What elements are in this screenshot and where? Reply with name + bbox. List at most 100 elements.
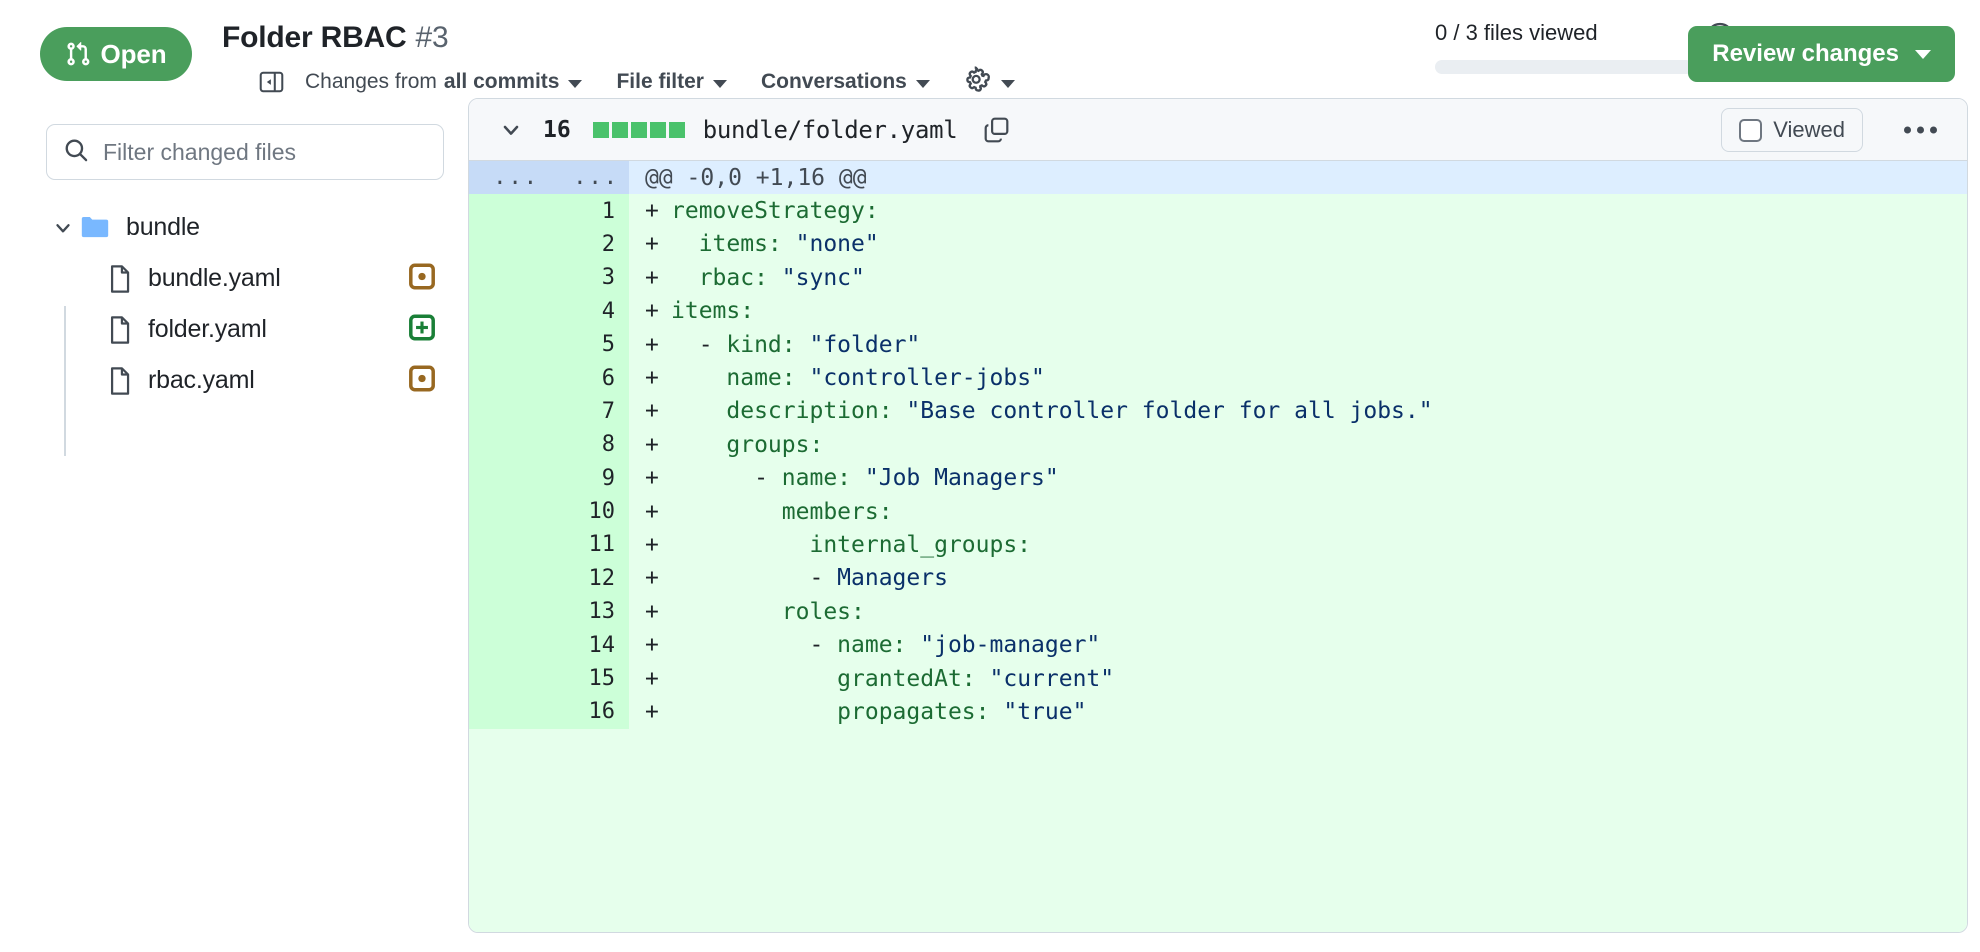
code-token: groups:	[671, 432, 823, 458]
diff-line-content: +items:	[629, 295, 1967, 328]
code-token: -	[671, 632, 837, 658]
diff-line-sign: +	[645, 666, 671, 692]
file-filter-label: File filter	[616, 70, 704, 94]
diff-line-content: + - Managers	[629, 562, 1967, 595]
code-token: "job-manager"	[920, 632, 1100, 658]
code-token: items:	[671, 231, 796, 257]
diff-line-sign: +	[645, 565, 671, 591]
diff-settings-dropdown[interactable]	[964, 66, 1015, 98]
diff-line-row: 12+ - Managers	[469, 562, 1967, 595]
tree-folder-bundle[interactable]: bundle	[46, 202, 450, 253]
pull-request-files-page: Open Folder RBAC#3 Changes from all comm…	[0, 0, 1980, 952]
diff-line-row: 6+ name: "controller-jobs"	[469, 361, 1967, 394]
diff-line-new-number: 12	[549, 566, 629, 591]
chevron-down-icon	[1001, 80, 1015, 88]
file-icon	[108, 264, 134, 294]
code-token: -	[671, 465, 782, 491]
tree-file-rbac-yaml[interactable]: rbac.yaml	[46, 355, 450, 406]
diff-line-gutter: 9	[469, 462, 629, 495]
diff-line-new-number: 2	[549, 232, 629, 257]
diff-line-sign: +	[645, 465, 671, 491]
copy-icon[interactable]	[983, 116, 1010, 143]
code-token: Managers	[837, 565, 948, 591]
files-viewed-label: 0 / 3 files viewed	[1435, 20, 1598, 46]
sidebar-collapse-icon[interactable]	[258, 68, 285, 97]
filter-changed-files-input[interactable]: Filter changed files	[46, 124, 444, 180]
diff-line-content: + propagates: "true"	[629, 695, 1967, 728]
page-title: Folder RBAC#3	[222, 21, 448, 55]
diff-line-row: 4+items:	[469, 295, 1967, 328]
diff-line-gutter: 14	[469, 628, 629, 661]
diff-line-new-number: 9	[549, 466, 629, 491]
diff-line-new-number: 3	[549, 265, 629, 290]
chevron-down-icon[interactable]	[499, 118, 523, 142]
diff-line-sign: +	[645, 231, 671, 257]
gear-icon	[964, 66, 991, 98]
pr-state-badge[interactable]: Open	[40, 27, 192, 81]
code-token: items:	[671, 298, 754, 324]
code-token: propagates:	[671, 699, 1003, 725]
diff-line-gutter: 5	[469, 328, 629, 361]
pr-header: Open Folder RBAC#3 Changes from all comm…	[0, 0, 1980, 110]
diff-line-row: 10+ members:	[469, 495, 1967, 528]
file-icon	[108, 366, 134, 396]
diff-line-content: + description: "Base controller folder f…	[629, 395, 1967, 428]
diff-change-count: 16	[543, 117, 571, 143]
diffstat-block-added	[631, 122, 647, 138]
diff-file-path[interactable]: bundle/folder.yaml	[703, 116, 958, 144]
tree-file-folder-yaml[interactable]: folder.yaml	[46, 304, 450, 355]
conversations-label: Conversations	[761, 70, 907, 94]
diffstat-block-added	[650, 122, 666, 138]
diff-line-gutter: 1	[469, 194, 629, 227]
tree-file-label: folder.yaml	[148, 315, 267, 344]
diff-line-sign: +	[645, 398, 671, 424]
code-token: name:	[782, 465, 865, 491]
review-changes-button[interactable]: Review changes	[1688, 26, 1955, 82]
diff-line-new-number: 10	[549, 499, 629, 524]
viewed-checkbox-box[interactable]	[1739, 119, 1762, 142]
diffstat-block-added	[593, 122, 609, 138]
diff-line-content: + - name: "Job Managers"	[629, 462, 1967, 495]
diff-line-row: 1+removeStrategy:	[469, 194, 1967, 227]
code-token: kind:	[726, 332, 809, 358]
file-tree: bundle bundle.yaml	[46, 202, 450, 406]
chevron-down-icon[interactable]	[46, 217, 80, 239]
code-token: "sync"	[782, 265, 865, 291]
changed-files-sidebar: Filter changed files bundle	[0, 110, 468, 952]
diff-line-content: + roles:	[629, 595, 1967, 628]
diff-line-gutter: 12	[469, 562, 629, 595]
diff-line-gutter: 15	[469, 662, 629, 695]
file-icon	[108, 315, 134, 345]
diff-line-sign: +	[645, 432, 671, 458]
hunk-new-gutter: ...	[549, 165, 629, 190]
code-token: "true"	[1003, 699, 1086, 725]
viewed-checkbox[interactable]: Viewed	[1721, 108, 1863, 152]
file-filter-dropdown[interactable]: File filter	[616, 70, 727, 94]
changes-from-dropdown[interactable]: Changes from all commits	[305, 70, 582, 94]
diff-line-sign: +	[645, 499, 671, 525]
diff-line-new-number: 15	[549, 666, 629, 691]
conversations-dropdown[interactable]: Conversations	[761, 70, 930, 94]
code-token: "controller-jobs"	[809, 365, 1044, 391]
hunk-old-gutter: ...	[469, 165, 549, 190]
code-token: rbac:	[671, 265, 782, 291]
diff-line-sign: +	[645, 265, 671, 291]
diff-line-row: 11+ internal_groups:	[469, 528, 1967, 561]
pr-number: #3	[415, 21, 448, 54]
code-token: -	[671, 332, 726, 358]
diff-line-new-number: 13	[549, 599, 629, 624]
diff-line-row: 8 + groups:	[469, 428, 1967, 461]
diff-line-sign: +	[645, 599, 671, 625]
diff-line-content: + grantedAt: "current"	[629, 662, 1967, 695]
diff-line-row: 2+ items: "none"	[469, 228, 1967, 261]
diff-line-row: 5+ - kind: "folder"	[469, 328, 1967, 361]
search-icon	[63, 137, 89, 168]
diff-line-new-number: 7	[549, 399, 629, 424]
diff-line-new-number: 8	[549, 432, 629, 457]
diff-line-content: + rbac: "sync"	[629, 261, 1967, 294]
kebab-menu-icon[interactable]	[1904, 126, 1937, 133]
diff-line-list: 1+removeStrategy:2+ items: "none"3+ rbac…	[469, 194, 1967, 728]
tree-file-bundle-yaml[interactable]: bundle.yaml	[46, 253, 450, 304]
changes-from-prefix: Changes from	[305, 70, 437, 94]
diff-line-content: + name: "controller-jobs"	[629, 361, 1967, 394]
